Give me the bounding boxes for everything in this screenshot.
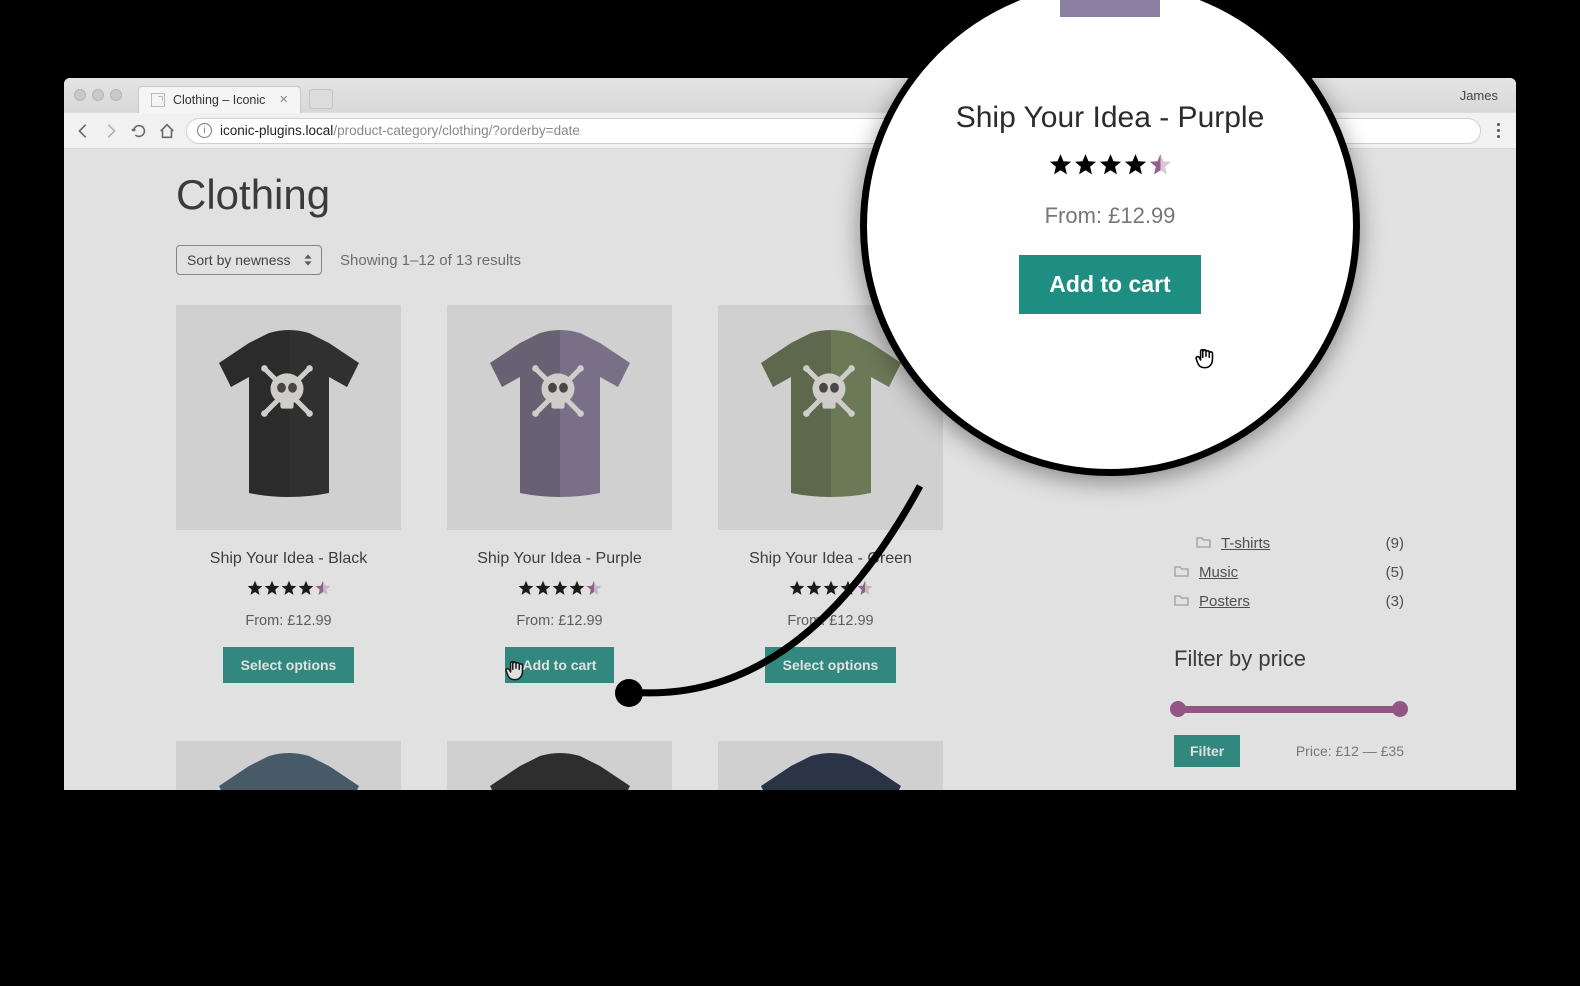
filter-button[interactable]: Filter: [1174, 735, 1240, 767]
price-slider-max-handle[interactable]: [1392, 701, 1408, 717]
category-count: (9): [1386, 535, 1404, 552]
product-rating: [247, 580, 331, 601]
site-info-icon[interactable]: i: [197, 123, 212, 138]
tab-title: Clothing – Iconic: [173, 93, 265, 107]
category-item[interactable]: Music (5): [1174, 558, 1404, 587]
home-button[interactable]: [158, 122, 176, 140]
page-favicon-icon: [151, 93, 165, 107]
sidebar: T-shirts (9) Music (5) Posters (3) Filte…: [1174, 529, 1404, 767]
category-item[interactable]: T-shirts (9): [1174, 529, 1404, 558]
url-path: /product-category/clothing/?orderby=date: [333, 123, 580, 138]
results-count: Showing 1–12 of 13 results: [340, 252, 521, 269]
reload-button[interactable]: [130, 122, 148, 140]
magnifier-price: From: £12.99: [1045, 203, 1176, 229]
cursor-icon: [1195, 347, 1217, 373]
category-count: (5): [1386, 564, 1404, 581]
price-range-text: Price: £12 — £35: [1296, 743, 1404, 759]
product-card[interactable]: Ship Your Idea - Black From: £12.99 Sele…: [176, 305, 401, 683]
new-tab-button[interactable]: [309, 89, 333, 109]
callout-origin-dot: [615, 679, 643, 707]
back-button[interactable]: [74, 122, 92, 140]
folder-icon: [1174, 593, 1189, 610]
profile-name[interactable]: James: [1460, 88, 1506, 103]
browser-tab[interactable]: Clothing – Iconic ×: [138, 86, 301, 113]
product-image[interactable]: [176, 305, 401, 530]
sort-select[interactable]: Sort by newness: [176, 245, 322, 275]
magnifier-product-title: Ship Your Idea - Purple: [956, 101, 1265, 135]
category-link[interactable]: Music: [1199, 564, 1238, 581]
product-image[interactable]: [447, 741, 672, 790]
folder-icon: [1174, 564, 1189, 581]
product-card[interactable]: [718, 741, 943, 790]
category-link[interactable]: Posters: [1199, 593, 1250, 610]
window-controls: [74, 89, 122, 101]
category-item[interactable]: Posters (3): [1174, 587, 1404, 616]
product-card[interactable]: [447, 741, 672, 790]
category-link[interactable]: T-shirts: [1221, 535, 1270, 552]
product-rating: [518, 580, 602, 601]
close-window-icon[interactable]: [74, 89, 86, 101]
close-tab-icon[interactable]: ×: [279, 92, 288, 107]
product-image[interactable]: [176, 741, 401, 790]
folder-icon: [1196, 535, 1211, 552]
maximize-window-icon[interactable]: [110, 89, 122, 101]
category-count: (3): [1386, 593, 1404, 610]
browser-menu-button[interactable]: [1491, 123, 1506, 138]
url-host: iconic-plugins.local: [220, 123, 333, 138]
product-title: Ship Your Idea - Black: [176, 550, 401, 568]
forward-button[interactable]: [102, 122, 120, 140]
magnifier-add-to-cart-button[interactable]: Add to cart: [1019, 255, 1200, 314]
minimize-window-icon[interactable]: [92, 89, 104, 101]
product-card[interactable]: [176, 741, 401, 790]
callout-connector: [620, 456, 980, 716]
product-price: From: £12.99: [176, 613, 401, 629]
filter-by-price-heading: Filter by price: [1174, 646, 1404, 672]
cursor-icon: [505, 659, 527, 685]
price-slider-min-handle[interactable]: [1170, 701, 1186, 717]
product-image[interactable]: [718, 741, 943, 790]
magnifier-rating: [1049, 153, 1172, 181]
select-options-button[interactable]: Select options: [223, 647, 355, 683]
price-slider[interactable]: [1174, 706, 1404, 713]
